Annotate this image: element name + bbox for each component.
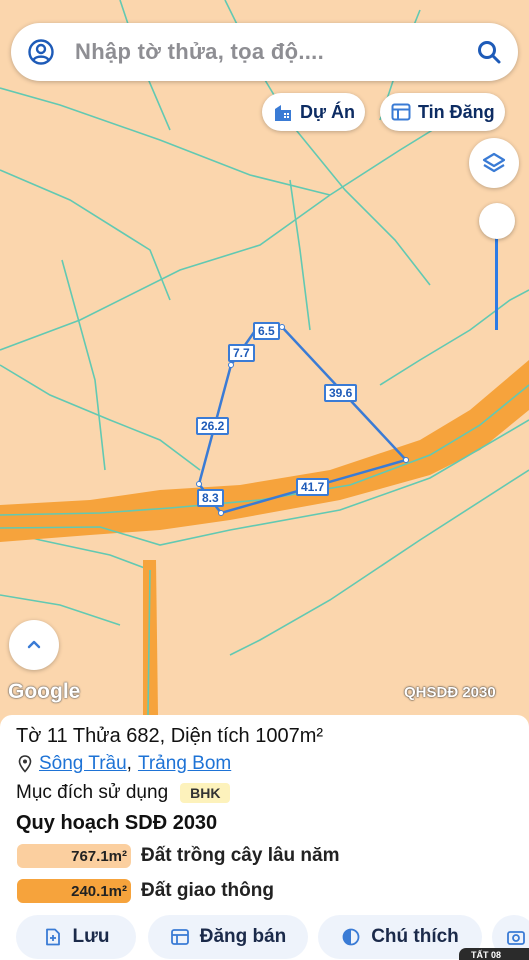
plan-row: 240.1m² Đất giao thông (17, 879, 274, 903)
location-pin-icon (18, 755, 32, 773)
plan-area-swatch: 767.1m² (17, 844, 131, 868)
plan-type-label: Đất trồng cây lâu năm (141, 845, 340, 866)
parcel-location: Sông Trầu , Trảng Bom (18, 753, 231, 775)
listing-label: Tin Đăng (418, 101, 495, 122)
post-for-sale-button[interactable]: Đăng bán (148, 915, 308, 959)
expand-up-button[interactable] (9, 620, 59, 670)
save-label: Lưu (72, 926, 110, 947)
segment-label: 7.7 (228, 344, 255, 362)
layers-button[interactable] (469, 138, 519, 188)
purpose-code-badge: BHK (180, 783, 231, 803)
search-icon[interactable] (476, 39, 502, 65)
user-icon[interactable] (27, 38, 55, 66)
commune-link[interactable]: Sông Trầu (39, 753, 127, 775)
plan-area-swatch: 240.1m² (17, 879, 131, 903)
post-label: Đăng bán (199, 926, 287, 947)
legend-label: Chú thích (371, 926, 459, 947)
corner-overlay: TẤT 08 (459, 948, 529, 960)
layers-icon (482, 152, 506, 173)
plan-row: 767.1m² Đất trồng cây lâu năm (17, 844, 340, 868)
listing-button[interactable]: Tin Đăng (380, 93, 505, 131)
save-icon (45, 928, 60, 946)
segment-label: 39.6 (324, 384, 358, 402)
district-link[interactable]: Trảng Bom (138, 753, 231, 775)
search-input[interactable]: Nhập tờ thửa, tọa độ.... (75, 39, 476, 65)
plan-title: Quy hoạch SDĐ 2030 (16, 812, 218, 834)
save-button[interactable]: Lưu (16, 915, 136, 959)
legend-button[interactable]: Chú thích (318, 915, 482, 959)
opacity-slider-handle[interactable] (479, 203, 515, 239)
camera-icon (507, 931, 525, 945)
building-icon (275, 105, 291, 121)
segment-label: 26.2 (196, 417, 230, 435)
chevron-up-icon (27, 640, 41, 649)
contrast-icon (342, 928, 360, 946)
land-use-purpose: Mục đích sử dụng BHK (16, 782, 231, 804)
project-button[interactable]: Dự Án (262, 93, 366, 131)
segment-label: 8.3 (197, 489, 224, 507)
google-logo: Google (8, 680, 81, 703)
segment-label: 6.5 (253, 322, 280, 340)
location-separator: , (126, 753, 132, 774)
segment-label: 41.7 (296, 478, 330, 496)
layer-name-label: QHSDĐ 2030 (404, 684, 496, 701)
parcel-info-panel: Tờ 11 Thửa 682, Diện tích 1007m² Sông Tr… (0, 715, 529, 960)
parcel-title: Tờ 11 Thửa 682, Diện tích 1007m² (16, 725, 324, 747)
project-label: Dự Án (300, 101, 356, 122)
search-bar[interactable]: Nhập tờ thửa, tọa độ.... (11, 23, 518, 81)
purpose-label: Mục đích sử dụng (16, 782, 169, 803)
listing-icon (391, 103, 411, 121)
listing-icon (170, 929, 189, 945)
plan-type-label: Đất giao thông (141, 880, 274, 901)
